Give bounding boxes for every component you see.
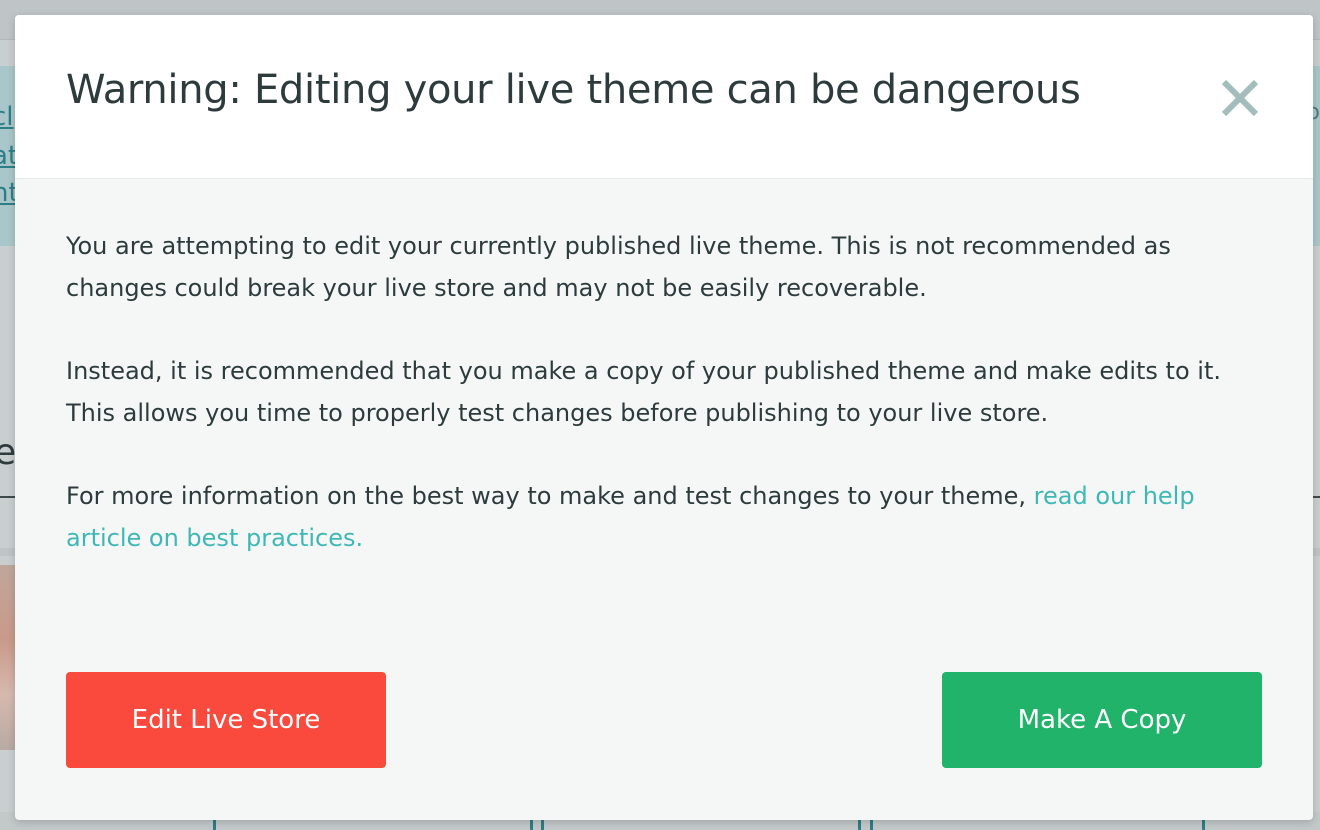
modal-title: Warning: Editing your live theme can be … xyxy=(66,67,1081,113)
edit-live-store-button[interactable]: Edit Live Store xyxy=(66,672,386,768)
make-a-copy-button[interactable]: Make A Copy xyxy=(942,672,1262,768)
info-paragraph: For more information on the best way to … xyxy=(66,475,1266,559)
warning-paragraph: You are attempting to edit your currentl… xyxy=(66,232,1171,302)
recommendation-paragraph: Instead, it is recommended that you make… xyxy=(66,357,1221,427)
modal-body: You are attempting to edit your currentl… xyxy=(66,225,1266,600)
close-button[interactable] xyxy=(1215,73,1265,123)
background-thumbnail xyxy=(0,565,16,750)
warning-modal: Warning: Editing your live theme can be … xyxy=(15,15,1313,820)
info-text: For more information on the best way to … xyxy=(66,482,1034,510)
modal-header: Warning: Editing your live theme can be … xyxy=(15,15,1313,179)
background-banner-link: cl xyxy=(0,102,14,132)
close-icon xyxy=(1221,79,1259,117)
